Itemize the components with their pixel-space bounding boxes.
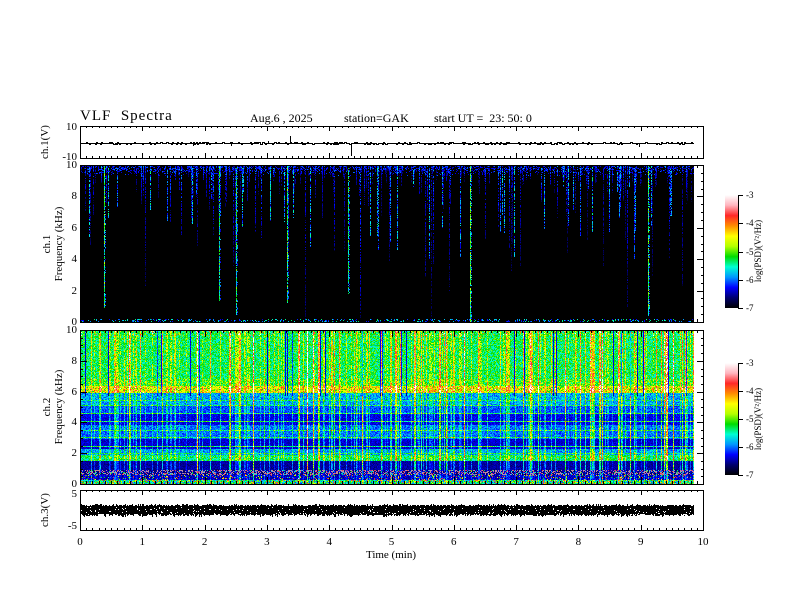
- x-tick-label: 8: [575, 536, 582, 548]
- ch3-waveform-canvas: [81, 491, 694, 530]
- plot-date: Aug.6 , 2025: [250, 111, 313, 125]
- x-tick-label: 7: [513, 536, 519, 548]
- colorbar-ch1-tick-label: -5: [746, 246, 754, 257]
- x-tick-label: 4: [326, 536, 332, 548]
- ch1-spectrogram-ytick-label: 10: [66, 159, 77, 171]
- ch2-spectrogram-ytick-label: 6: [71, 385, 78, 398]
- x-tick-label: 2: [201, 536, 208, 548]
- x-tick-label: 6: [451, 536, 457, 548]
- colorbar-ch2: [725, 363, 738, 475]
- ch3-voltage-ytick-label: 5: [71, 488, 78, 500]
- ch2-spectrogram-canvas: [81, 331, 694, 484]
- colorbar-ch1-tick-label: -6: [746, 274, 754, 285]
- colorbar-ch1-tick-label: -4: [746, 218, 754, 229]
- ch1-spectrogram-ytick-label: 6: [71, 221, 78, 234]
- x-tick-label: 3: [264, 536, 270, 548]
- ch1-voltage-ytick-label: 10: [66, 121, 77, 133]
- ch3-voltage-axis-label: ch.3(V): [39, 493, 51, 527]
- colorbar-ch1: [725, 195, 738, 308]
- ch1-spectrogram-ytick-label: 2: [71, 284, 78, 297]
- ch2-spectrogram-axis-label-line2: Frequency (kHz): [53, 369, 65, 445]
- x-tick-label: 9: [637, 536, 644, 548]
- colorbar-ch1-tick-label: -7: [746, 303, 754, 313]
- colorbar-ch1-tick-label: -3: [746, 190, 754, 200]
- vlf-spectra-plot: VLF Spectra Aug.6 , 2025 station=GAK sta…: [0, 0, 792, 612]
- ch1-spectrogram-ytick-label: 8: [71, 190, 78, 203]
- x-tick-label: 10: [697, 536, 709, 548]
- plot-start-ut: start UT = 23: 50: 0: [434, 111, 532, 125]
- ch1-spectrogram-canvas: [81, 166, 694, 322]
- x-axis-label: Time (min): [365, 549, 416, 561]
- colorbar-ch2-tick-label: -5: [746, 414, 754, 424]
- x-tick-label: 0: [77, 536, 83, 548]
- x-tick-label: 1: [139, 536, 146, 548]
- colorbar-ch1-label: log(PSD)(V²/Hz): [753, 219, 763, 283]
- colorbar-ch2-tick-label: -6: [746, 442, 754, 452]
- plot-title: VLF Spectra: [80, 108, 173, 124]
- x-tick-label: 5: [388, 536, 395, 548]
- colorbar-ch2-label: log(PSD)(V²/Hz): [753, 387, 763, 451]
- colorbar-ch2-tick-label: -7: [746, 470, 754, 480]
- ch2-spectrogram-ytick-label: 4: [71, 416, 78, 429]
- ch1-spectrogram-ytick-label: 4: [71, 253, 78, 266]
- ch2-spectrogram-ytick-label: 8: [71, 354, 78, 367]
- colorbar-ch2-tick-label: -3: [746, 358, 754, 368]
- plot-station: station=GAK: [344, 111, 409, 125]
- ch1-waveform-canvas: [81, 127, 694, 158]
- ch3-voltage-ytick-label: -5: [67, 520, 77, 532]
- colorbar-ch2-tick-label: -4: [746, 386, 754, 396]
- ch2-spectrogram-ytick-label: 10: [66, 324, 77, 336]
- ch2-spectrogram-ytick-label: 2: [71, 447, 78, 460]
